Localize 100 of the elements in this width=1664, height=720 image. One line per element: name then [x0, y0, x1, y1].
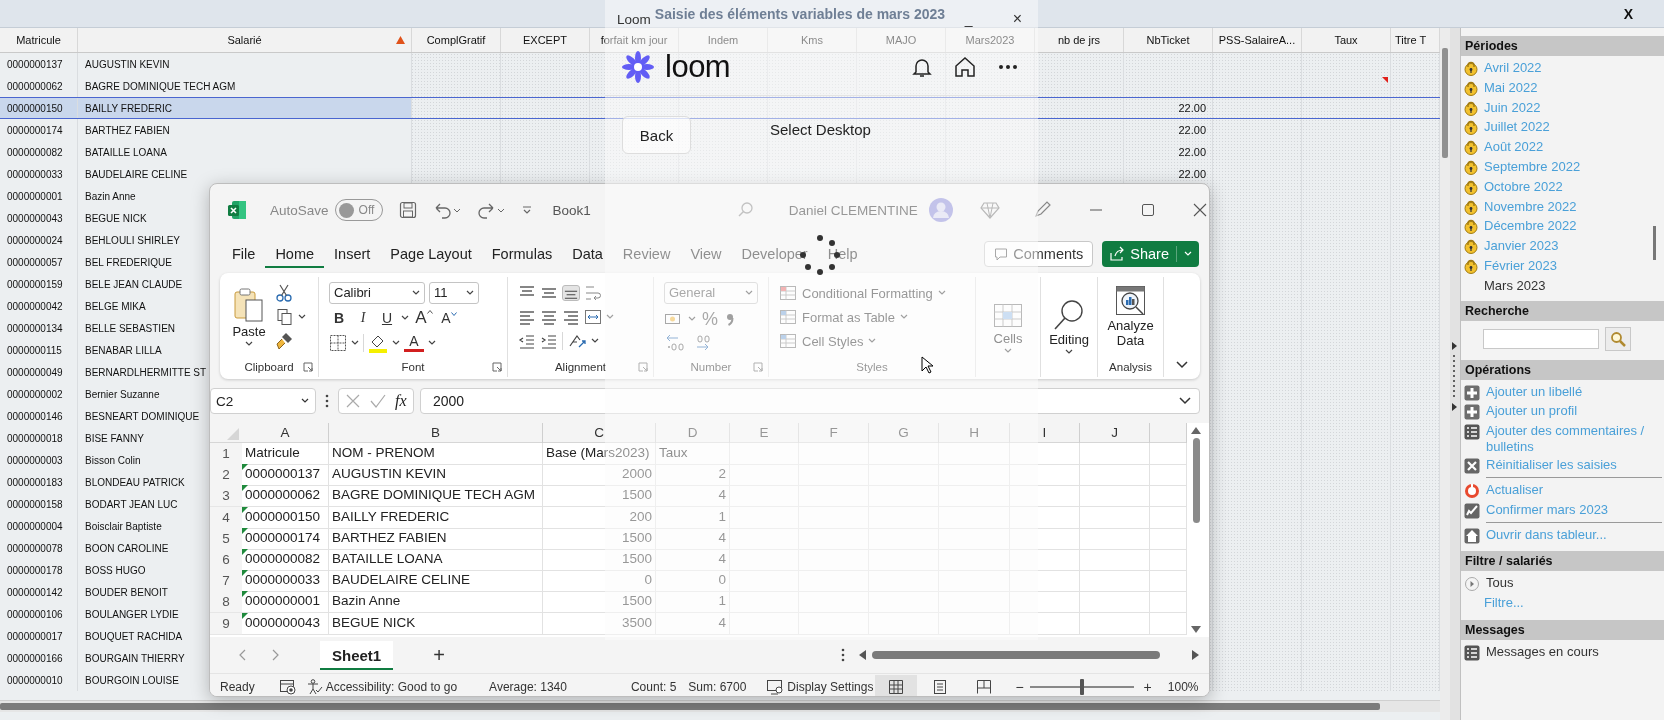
formula-field[interactable]: 2000: [420, 388, 1200, 414]
empty-cell[interactable]: [1010, 485, 1080, 508]
align-middle-icon[interactable]: [540, 285, 558, 301]
table-cell[interactable]: 0000000159: [0, 273, 78, 295]
empty-cell[interactable]: [1150, 443, 1187, 465]
column-header[interactable]: B: [329, 423, 543, 443]
analyze-data-button[interactable]: Analyze Data: [1100, 285, 1161, 349]
column-header[interactable]: EXCEPT: [501, 28, 590, 52]
search-field[interactable]: [1483, 328, 1599, 349]
empty-cell[interactable]: [1080, 548, 1150, 571]
table-cell[interactable]: 0000000033: [0, 163, 78, 185]
close-icon[interactable]: [1192, 203, 1207, 217]
table-cell[interactable]: 0000000137: [0, 53, 78, 75]
table-cell[interactable]: BARTHEZ FABIEN: [85, 124, 170, 136]
table-cell[interactable]: BOSS HUGO: [85, 564, 146, 576]
empty-cell[interactable]: [1150, 548, 1187, 571]
empty-cell[interactable]: [1150, 570, 1187, 593]
empty-cell[interactable]: [869, 443, 939, 465]
ribbon-tab[interactable]: File: [222, 240, 266, 268]
table-cell[interactable]: BOUQUET RACHIDA: [85, 630, 183, 642]
table-cell[interactable]: 0000000178: [0, 559, 78, 581]
wrap-text-icon[interactable]: [584, 284, 602, 302]
increase-font-button[interactable]: A: [413, 308, 435, 328]
table-cell[interactable]: 0000000062: [0, 75, 78, 97]
font-color-button[interactable]: A: [404, 333, 424, 352]
select-all-icon[interactable]: [226, 427, 240, 441]
table-cell[interactable]: 0000000078: [0, 537, 78, 559]
borders-icon[interactable]: [329, 333, 347, 352]
table-cell[interactable]: 0000000010: [0, 669, 78, 691]
empty-cell[interactable]: [1150, 591, 1187, 614]
table-cell[interactable]: BELLE SEBASTIEN: [85, 322, 176, 334]
menu-item[interactable]: Messages en cours: [1486, 643, 1599, 660]
column-header[interactable]: ComplGratif: [412, 28, 501, 52]
column-header[interactable]: nb de jrs: [1035, 28, 1124, 52]
slider-thumb[interactable]: [1079, 679, 1084, 695]
scrollbar-thumb[interactable]: [0, 703, 1380, 710]
editing-button[interactable]: Editing: [1049, 298, 1089, 356]
empty-cell[interactable]: [1080, 464, 1150, 487]
column-header[interactable]: I: [1010, 423, 1080, 443]
table-cell[interactable]: 0000000004: [0, 515, 78, 537]
next-sheet-icon[interactable]: [272, 649, 280, 661]
row-header[interactable]: 7: [210, 570, 242, 593]
table-cell[interactable]: BOURGAIN THIERRY: [85, 652, 185, 664]
table-cell[interactable]: BAUDELAIRE CELINE: [85, 168, 188, 180]
ribbon-tab[interactable]: Page Layout: [380, 240, 482, 268]
brush-icon[interactable]: [275, 332, 294, 350]
maximize-icon[interactable]: [1140, 203, 1155, 217]
zoom-out-button[interactable]: −: [1015, 679, 1024, 695]
table-cell[interactable]: BOULANGER LYDIE: [85, 608, 179, 620]
ribbon-tab[interactable]: Data: [562, 240, 613, 268]
column-header[interactable]: Taux: [1302, 28, 1391, 52]
empty-cell[interactable]: [1080, 612, 1150, 635]
scrollbar-thumb[interactable]: [872, 651, 1160, 659]
empty-cell[interactable]: [1010, 548, 1080, 571]
ribbon-tab[interactable]: Home: [265, 240, 325, 268]
table-cell[interactable]: BELGE MIKA: [85, 300, 146, 312]
vertical-scrollbar[interactable]: [1440, 28, 1450, 720]
sheet-tab[interactable]: Sheet1: [320, 640, 394, 670]
table-cell[interactable]: 0000000158: [0, 493, 78, 515]
table-cell[interactable]: 0000000042: [0, 295, 78, 317]
table-cell[interactable]: BATAILLE LOANA: [85, 146, 167, 158]
empty-cell[interactable]: [1010, 591, 1080, 614]
ribbon-tab[interactable]: Insert: [324, 240, 381, 268]
ribbon-tab[interactable]: Formulas: [481, 240, 563, 268]
table-cell[interactable]: BELE JEAN CLAUDE: [85, 278, 183, 290]
table-cell[interactable]: AUGUSTIN KEVIN: [85, 58, 170, 70]
column-header[interactable]: C: [543, 423, 656, 443]
scrollbar-thumb[interactable]: [1192, 438, 1200, 523]
row-header[interactable]: 3: [210, 485, 242, 508]
table-cell[interactable]: BEL FREDERIQUE: [85, 256, 172, 268]
empty-cell[interactable]: [1010, 506, 1080, 529]
display-settings-button[interactable]: Display Settings: [766, 679, 874, 695]
menu-item[interactable]: Tous: [1486, 575, 1514, 592]
back-button[interactable]: Back: [622, 116, 691, 154]
empty-cell[interactable]: [730, 443, 799, 465]
empty-cell[interactable]: [939, 443, 1010, 465]
table-cell[interactable]: BESNEART DOMINIQUE: [85, 410, 200, 422]
table-cell[interactable]: 0000000001: [0, 185, 78, 207]
italic-button[interactable]: I: [353, 310, 373, 326]
column-header[interactable]: NbTicket: [1124, 28, 1213, 52]
align-bottom-icon[interactable]: [562, 285, 580, 301]
close-button[interactable]: X: [1620, 5, 1636, 22]
empty-cell[interactable]: [1080, 485, 1150, 508]
merge-icon[interactable]: [584, 309, 602, 325]
font-name-field[interactable]: Calibri: [329, 281, 425, 304]
empty-cell[interactable]: [1010, 443, 1080, 465]
table-cell[interactable]: Boisclair Baptiste: [85, 520, 162, 532]
more-options-icon[interactable]: [841, 648, 845, 662]
table-cell[interactable]: BAGRE DOMINIQUE TECH AGM: [85, 80, 236, 92]
splitter-handle-icon[interactable]: [1452, 342, 1458, 412]
search-button[interactable]: [1605, 326, 1631, 351]
align-left-icon[interactable]: [518, 309, 536, 325]
insert-function-button[interactable]: fx: [395, 392, 407, 410]
save-icon[interactable]: [398, 201, 417, 219]
more-options-icon[interactable]: [325, 394, 329, 408]
table-cell[interactable]: BOUDER BENOIT: [85, 586, 168, 598]
increase-indent-icon[interactable]: [540, 333, 558, 349]
table-cell[interactable]: 0000000146: [0, 405, 78, 427]
previous-sheet-icon[interactable]: [238, 649, 246, 661]
table-cell[interactable]: Bernier Suzanne: [85, 388, 160, 400]
